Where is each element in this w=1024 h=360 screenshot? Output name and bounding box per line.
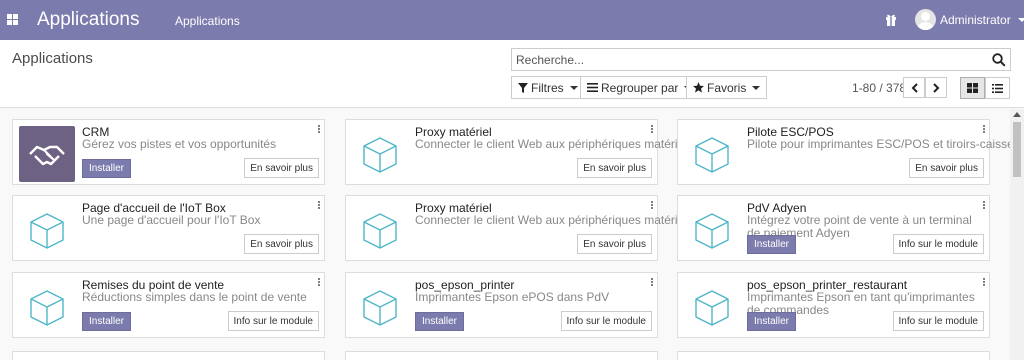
cube-icon	[695, 213, 729, 249]
pager-previous-button[interactable]	[903, 77, 925, 98]
cube-icon	[30, 213, 64, 249]
app-card-pos-epson-printer-restaurant[interactable]: pos_epson_printer_restaurant Imprimantes…	[677, 272, 990, 338]
install-button[interactable]: Installer	[747, 312, 797, 331]
app-description: Une page d'accueil pour l'IoT Box	[82, 213, 261, 227]
cube-icon	[30, 290, 64, 326]
filter-icon	[518, 82, 528, 93]
filters-label: Filtres	[531, 80, 564, 95]
app-card-pos-epson-printer[interactable]: pos_epson_printer Imprimantes Epson ePOS…	[345, 272, 658, 338]
module-info-button[interactable]: Info sur le module	[892, 234, 984, 254]
caret-down-icon	[569, 85, 578, 90]
learn-more-button[interactable]: En savoir plus	[577, 158, 652, 178]
app-card-partial[interactable]	[677, 351, 990, 360]
app-card-partial[interactable]	[12, 351, 325, 360]
control-panel: Applications Filtres Regrouper par Favor…	[0, 40, 1024, 108]
module-info-button[interactable]: Info sur le module	[227, 311, 319, 331]
favorites-button[interactable]: Favoris	[686, 76, 768, 99]
cube-icon	[363, 137, 397, 173]
handshake-icon	[19, 126, 75, 182]
learn-more-button[interactable]: En savoir plus	[909, 158, 984, 178]
breadcrumb: Applications	[12, 50, 93, 67]
group-by-button[interactable]: Regrouper par	[580, 76, 700, 99]
app-description: Connecter le client Web aux périphérique…	[415, 137, 693, 151]
pager-value[interactable]: 1-80 / 378	[852, 81, 906, 95]
kanban-view: CRM Gérez vos pistes et vos opportunités…	[0, 109, 1014, 360]
caret-down-icon	[1017, 17, 1024, 22]
vertical-scrollbar[interactable]	[1010, 109, 1024, 360]
kanban-view-button[interactable]	[960, 77, 985, 99]
avatar	[915, 9, 936, 30]
app-title: Applications	[37, 9, 140, 30]
card-menu-icon[interactable]	[316, 125, 322, 135]
chevron-right-icon	[932, 82, 939, 93]
app-description: Connecter le client Web aux périphérique…	[415, 213, 693, 227]
group-by-label: Regrouper par	[601, 80, 679, 95]
filters-button[interactable]: Filtres	[511, 76, 585, 99]
module-info-button[interactable]: Info sur le module	[560, 311, 652, 331]
menu-applications[interactable]: Applications	[175, 14, 240, 28]
chevron-left-icon	[911, 82, 918, 93]
install-button[interactable]: Installer	[747, 235, 797, 254]
top-navbar: Applications Applications Administrator	[0, 0, 1024, 40]
module-info-button[interactable]: Info sur le module	[892, 311, 984, 331]
kanban-view-icon	[967, 83, 978, 93]
install-button[interactable]: Installer	[82, 312, 132, 331]
user-menu[interactable]: Administrator	[915, 9, 1024, 30]
cube-icon	[695, 290, 729, 326]
cube-icon	[363, 213, 397, 249]
card-menu-icon[interactable]	[316, 278, 322, 288]
learn-more-button[interactable]: En savoir plus	[244, 158, 319, 178]
app-description: Réductions simples dans le point de vent…	[82, 290, 307, 304]
favorites-label: Favoris	[707, 80, 747, 95]
scrollbar-thumb[interactable]	[1013, 122, 1021, 177]
app-card-pilote-escpos[interactable]: Pilote ESC/POS Pilote pour imprimantes E…	[677, 119, 1014, 185]
cube-icon	[695, 137, 729, 173]
list-view-icon	[992, 83, 1003, 93]
card-menu-icon[interactable]	[649, 125, 655, 135]
cube-icon	[363, 290, 397, 326]
search-box	[511, 48, 1011, 71]
card-menu-icon[interactable]	[981, 278, 987, 288]
apps-grid-icon[interactable]	[7, 14, 18, 25]
scroll-up-arrow-icon[interactable]	[1013, 112, 1021, 117]
card-menu-icon[interactable]	[981, 201, 987, 211]
app-card-proxy-materiel[interactable]: Proxy matériel Connecter le client Web a…	[345, 119, 693, 185]
app-card-partial[interactable]	[345, 351, 658, 360]
card-menu-icon[interactable]	[316, 201, 322, 211]
pager-next-button[interactable]	[925, 77, 947, 98]
app-description: Gérez vos pistes et vos opportunités	[82, 137, 277, 151]
list-group-icon	[587, 83, 598, 92]
card-menu-icon[interactable]	[649, 201, 655, 211]
app-card-pos-discount[interactable]: Remises du point de vente Réductions sim…	[12, 272, 325, 338]
learn-more-button[interactable]: En savoir plus	[577, 234, 652, 254]
app-card-crm[interactable]: CRM Gérez vos pistes et vos opportunités…	[12, 119, 325, 185]
gift-icon[interactable]	[885, 13, 897, 26]
list-view-button[interactable]	[985, 77, 1010, 99]
app-card-proxy-materiel[interactable]: Proxy matériel Connecter le client Web a…	[345, 195, 693, 261]
caret-down-icon	[752, 85, 761, 90]
app-description: Pilote pour imprimantes ESC/POS et tiroi…	[747, 137, 1014, 151]
app-card-pdv-adyen[interactable]: PdV Adyen Intégrez votre point de vente …	[677, 195, 990, 261]
app-description: Imprimantes Epson ePOS dans PdV	[415, 290, 610, 304]
search-icon[interactable]	[992, 53, 1006, 67]
card-menu-icon[interactable]	[981, 125, 987, 135]
app-card-iot-box-homepage[interactable]: Page d'accueil de l'IoT Box Une page d'a…	[12, 195, 325, 261]
install-button[interactable]: Installer	[82, 159, 132, 178]
learn-more-button[interactable]: En savoir plus	[244, 234, 319, 254]
install-button[interactable]: Installer	[415, 312, 465, 331]
search-input[interactable]	[516, 51, 986, 68]
star-icon	[693, 82, 704, 93]
card-menu-icon[interactable]	[649, 278, 655, 288]
user-name: Administrator	[940, 12, 1011, 27]
